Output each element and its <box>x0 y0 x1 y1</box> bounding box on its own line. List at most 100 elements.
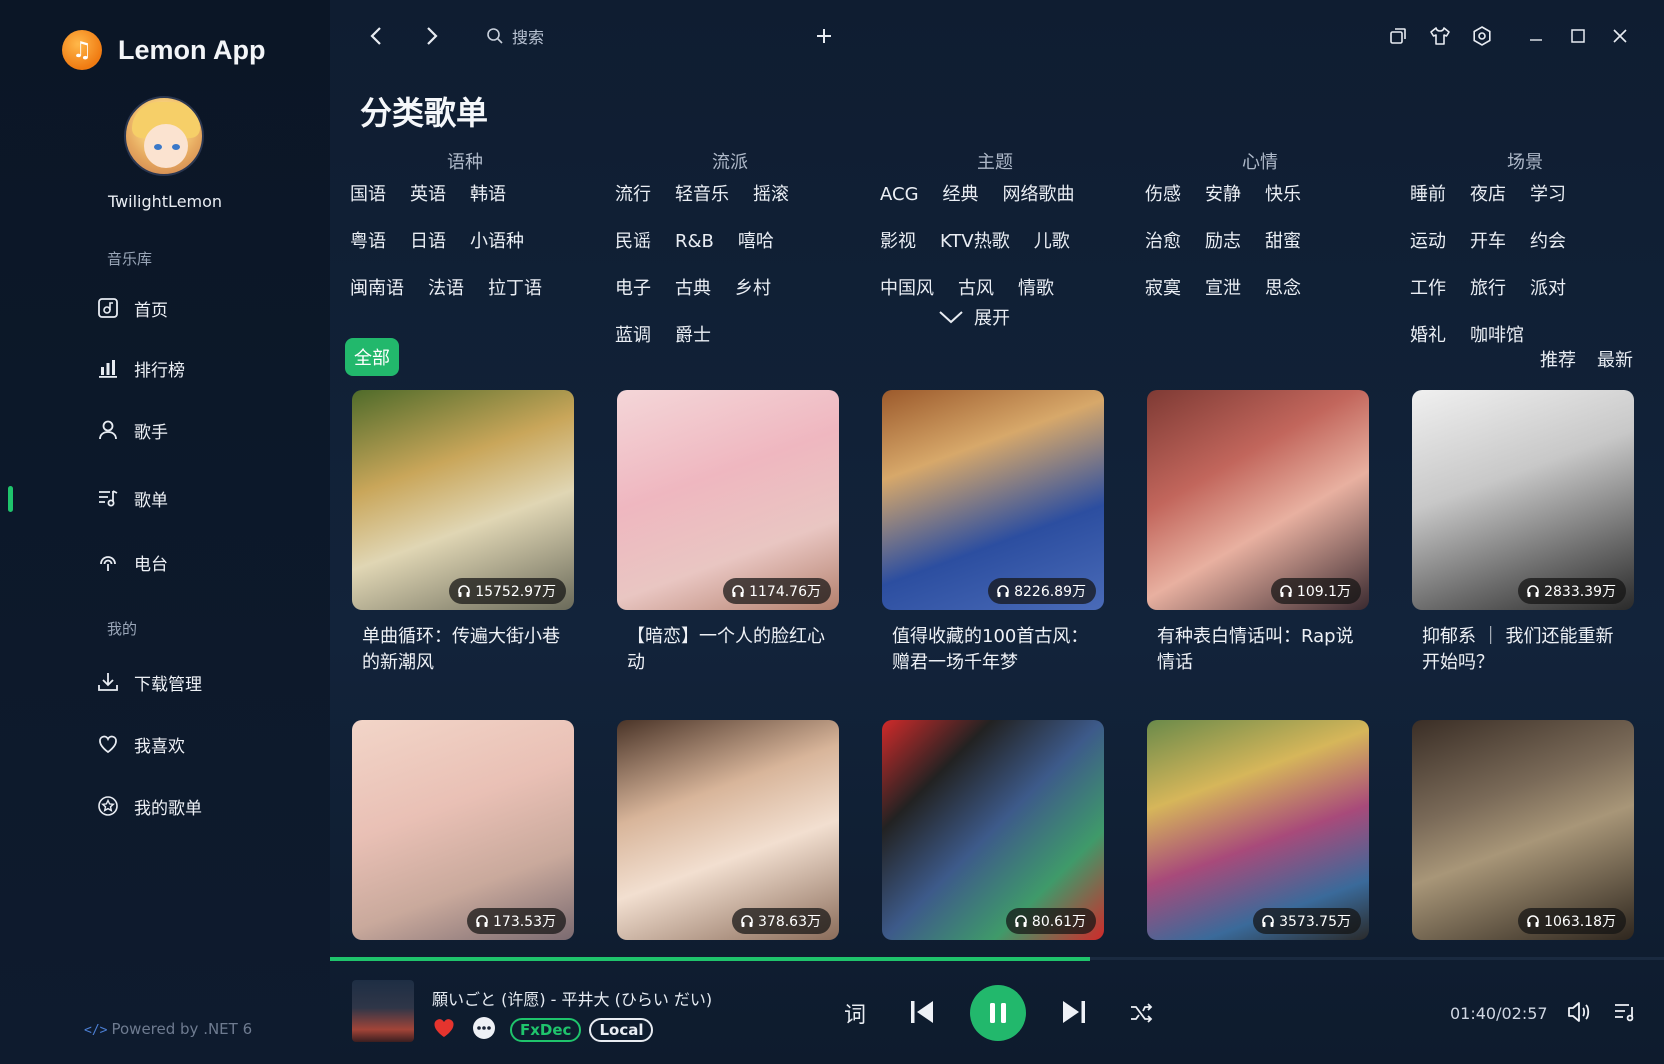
forward-button[interactable] <box>418 22 446 50</box>
expand-button[interactable]: 展开 <box>938 304 1010 330</box>
sort-latest-button[interactable]: 最新 <box>1597 346 1633 372</box>
playlist-title[interactable]: 有种表白情话叫：Rap说情话 <box>1147 624 1369 676</box>
playlist-title[interactable] <box>1147 954 1369 1006</box>
category-tag[interactable]: 小语种 <box>470 227 524 274</box>
filter-all-button[interactable]: 全部 <box>345 338 399 376</box>
playlist-card[interactable]: 378.63万 <box>617 720 839 1006</box>
category-tag[interactable]: 古典 <box>675 274 711 321</box>
category-tag[interactable]: 派对 <box>1530 274 1566 321</box>
category-tag[interactable]: 治愈 <box>1145 227 1181 274</box>
category-tag[interactable]: 影视 <box>880 227 916 274</box>
category-tag[interactable]: 嘻哈 <box>738 227 774 274</box>
like-button[interactable] <box>432 1017 456 1043</box>
avatar[interactable] <box>124 96 204 176</box>
category-tag[interactable]: 工作 <box>1410 274 1446 321</box>
category-tag[interactable]: 旅行 <box>1470 274 1506 321</box>
category-tag[interactable]: 爵士 <box>675 321 711 368</box>
category-tag[interactable]: 粤语 <box>350 227 386 274</box>
lyrics-button[interactable]: 词 <box>838 996 872 1030</box>
sidebar-item-my-playlists[interactable]: 我的歌单 <box>96 788 296 824</box>
category-tag[interactable]: 学习 <box>1530 180 1566 227</box>
progress-fill[interactable] <box>330 957 1090 961</box>
category-tag[interactable]: KTV热歌 <box>940 227 1010 274</box>
playlist-cover[interactable]: 2833.39万 <box>1412 390 1634 610</box>
category-tag[interactable]: 情歌 <box>1018 274 1054 321</box>
category-tag[interactable]: 思念 <box>1265 274 1301 321</box>
queue-button[interactable] <box>1610 997 1640 1027</box>
playlist-cover[interactable]: 1174.76万 <box>617 390 839 610</box>
volume-button[interactable] <box>1564 997 1594 1027</box>
category-tag[interactable]: 睡前 <box>1410 180 1446 227</box>
track-title[interactable]: 願いごと (许愿) - 平井大 (ひらい だい) <box>432 986 712 1010</box>
playlist-card[interactable]: 8226.89万值得收藏的100首古风： 赠君一场千年梦 <box>882 390 1104 676</box>
category-tag[interactable]: 国语 <box>350 180 386 227</box>
playlist-cover[interactable]: 173.53万 <box>352 720 574 940</box>
add-button[interactable] <box>810 22 838 50</box>
category-tag[interactable]: 乡村 <box>735 274 771 321</box>
category-tag[interactable]: 快乐 <box>1265 180 1301 227</box>
category-tag[interactable]: 婚礼 <box>1410 321 1446 368</box>
playlist-card[interactable]: 173.53万 <box>352 720 574 1006</box>
playlist-cover[interactable]: 109.1万 <box>1147 390 1369 610</box>
playlist-title[interactable] <box>1412 954 1634 1006</box>
category-tag[interactable]: 蓝调 <box>615 321 651 368</box>
category-tag[interactable]: 伤感 <box>1145 180 1181 227</box>
playlist-card[interactable]: 80.61万 <box>882 720 1104 1006</box>
more-button[interactable] <box>472 1016 496 1044</box>
playlist-title[interactable]: 【暗恋】一个人的脸红心动 <box>617 624 839 676</box>
minimize-button[interactable] <box>1522 22 1550 50</box>
previous-button[interactable] <box>904 994 940 1030</box>
playlist-title[interactable]: 单曲循环：传遍大街小巷的新潮风 <box>352 624 574 676</box>
playlist-title[interactable]: 抑郁系 ｜ 我们还能重新开始吗？ <box>1412 624 1634 676</box>
sidebar-item-home[interactable]: 首页 <box>96 290 296 326</box>
category-tag[interactable]: 安静 <box>1205 180 1241 227</box>
playlist-cover[interactable]: 8226.89万 <box>882 390 1104 610</box>
category-tag[interactable]: 咖啡馆 <box>1470 321 1524 368</box>
category-tag[interactable]: 日语 <box>410 227 446 274</box>
category-tag[interactable]: 儿歌 <box>1034 227 1070 274</box>
pause-button[interactable] <box>970 985 1026 1041</box>
sidebar-item-downloads[interactable]: 下载管理 <box>96 664 296 700</box>
category-tag[interactable]: 民谣 <box>615 227 651 274</box>
playlist-cover[interactable]: 3573.75万 <box>1147 720 1369 940</box>
skin-button[interactable] <box>1426 22 1454 50</box>
sidebar-item-charts[interactable]: 排行榜 <box>96 350 296 386</box>
playlist-card[interactable]: 109.1万有种表白情话叫：Rap说情话 <box>1147 390 1369 676</box>
category-tag[interactable]: 法语 <box>428 274 464 321</box>
local-tag[interactable]: Local <box>589 1018 654 1042</box>
category-tag[interactable]: 开车 <box>1470 227 1506 274</box>
category-tag[interactable]: 励志 <box>1205 227 1241 274</box>
playlist-cover[interactable]: 1063.18万 <box>1412 720 1634 940</box>
sidebar-item-radio[interactable]: 电台 <box>96 544 296 580</box>
category-tag[interactable]: 电子 <box>615 274 651 321</box>
category-tag[interactable]: 网络歌曲 <box>1003 180 1075 227</box>
playlist-card[interactable]: 1063.18万 <box>1412 720 1634 1006</box>
fxdec-tag[interactable]: FxDec <box>510 1018 582 1042</box>
category-tag[interactable]: 经典 <box>943 180 979 227</box>
playlist-cover[interactable]: 80.61万 <box>882 720 1104 940</box>
category-tag[interactable]: 轻音乐 <box>675 180 729 227</box>
playlist-card[interactable]: 1174.76万【暗恋】一个人的脸红心动 <box>617 390 839 676</box>
category-tag[interactable]: 摇滚 <box>753 180 789 227</box>
sort-recommend-button[interactable]: 推荐 <box>1540 346 1576 372</box>
category-tag[interactable]: 中国风 <box>880 274 934 321</box>
mini-player-button[interactable] <box>1384 22 1412 50</box>
back-button[interactable] <box>362 22 390 50</box>
settings-button[interactable] <box>1468 22 1496 50</box>
category-tag[interactable]: 运动 <box>1410 227 1446 274</box>
category-tag[interactable]: 寂寞 <box>1145 274 1181 321</box>
category-tag[interactable]: 拉丁语 <box>488 274 542 321</box>
category-tag[interactable]: ACG <box>880 180 919 227</box>
sidebar-item-favorites[interactable]: 我喜欢 <box>96 726 296 762</box>
category-tag[interactable]: 甜蜜 <box>1265 227 1301 274</box>
category-tag[interactable]: 流行 <box>615 180 651 227</box>
maximize-button[interactable] <box>1564 22 1592 50</box>
category-tag[interactable]: 闽南语 <box>350 274 404 321</box>
playlist-card[interactable]: 3573.75万 <box>1147 720 1369 1006</box>
sidebar-item-playlists[interactable]: 歌单 <box>96 480 296 516</box>
playlist-cover[interactable]: 15752.97万 <box>352 390 574 610</box>
category-tag[interactable]: 宣泄 <box>1205 274 1241 321</box>
shuffle-button[interactable] <box>1126 998 1156 1028</box>
playlist-title[interactable]: 值得收藏的100首古风： 赠君一场千年梦 <box>882 624 1104 676</box>
username[interactable]: TwilightLemon <box>0 192 330 211</box>
